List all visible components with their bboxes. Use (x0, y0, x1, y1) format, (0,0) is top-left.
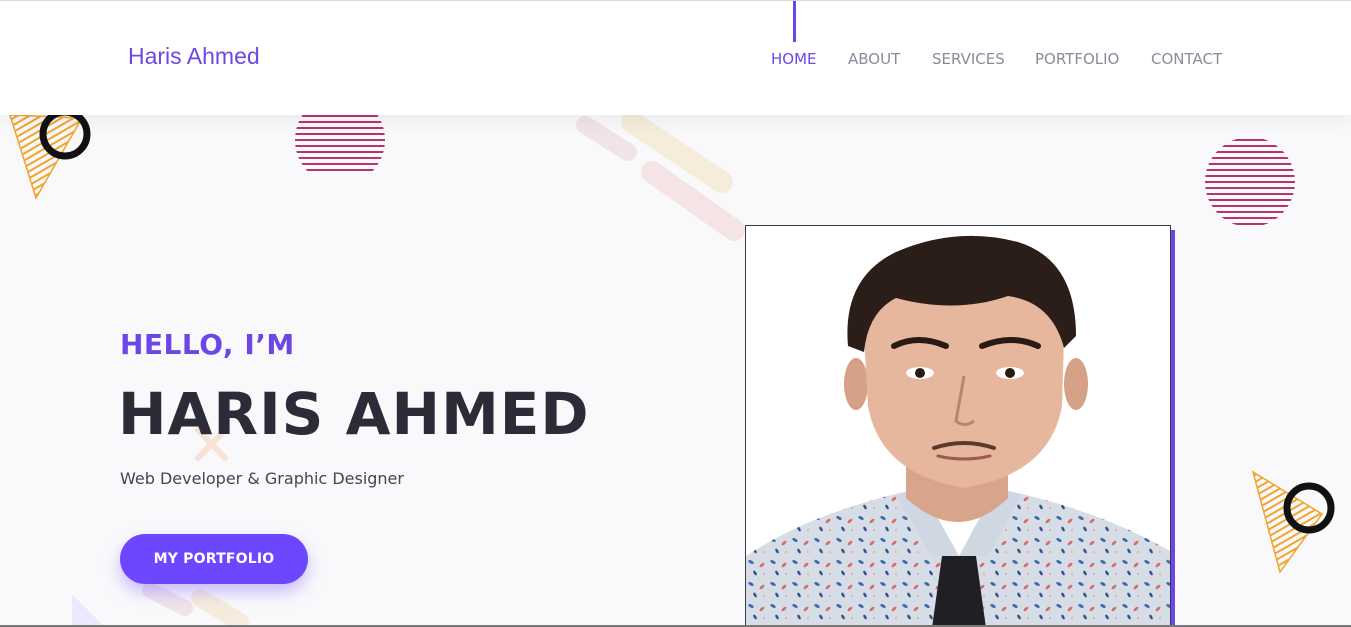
site-header: Haris Ahmed HOME ABOUT SERVICES PORTFOLI… (0, 1, 1351, 115)
hero-subtitle: Web Developer & Graphic Designer (120, 469, 404, 488)
hero-name: HARIS AHMED (118, 380, 590, 448)
brand-logo[interactable]: Haris Ahmed (128, 43, 260, 70)
hero-greeting: HELLO, I’M (120, 328, 295, 361)
nav-services[interactable]: SERVICES (932, 50, 1005, 68)
nav-active-indicator (793, 1, 796, 42)
my-portfolio-button[interactable]: MY PORTFOLIO (120, 534, 308, 584)
nav-home[interactable]: HOME (771, 50, 817, 68)
window-top-border (0, 0, 1351, 1)
profile-photo (745, 225, 1171, 627)
profile-photo-illustration (746, 235, 1170, 626)
nav-about[interactable]: ABOUT (848, 50, 900, 68)
nav-portfolio[interactable]: PORTFOLIO (1035, 50, 1119, 68)
nav-contact[interactable]: CONTACT (1151, 50, 1222, 68)
